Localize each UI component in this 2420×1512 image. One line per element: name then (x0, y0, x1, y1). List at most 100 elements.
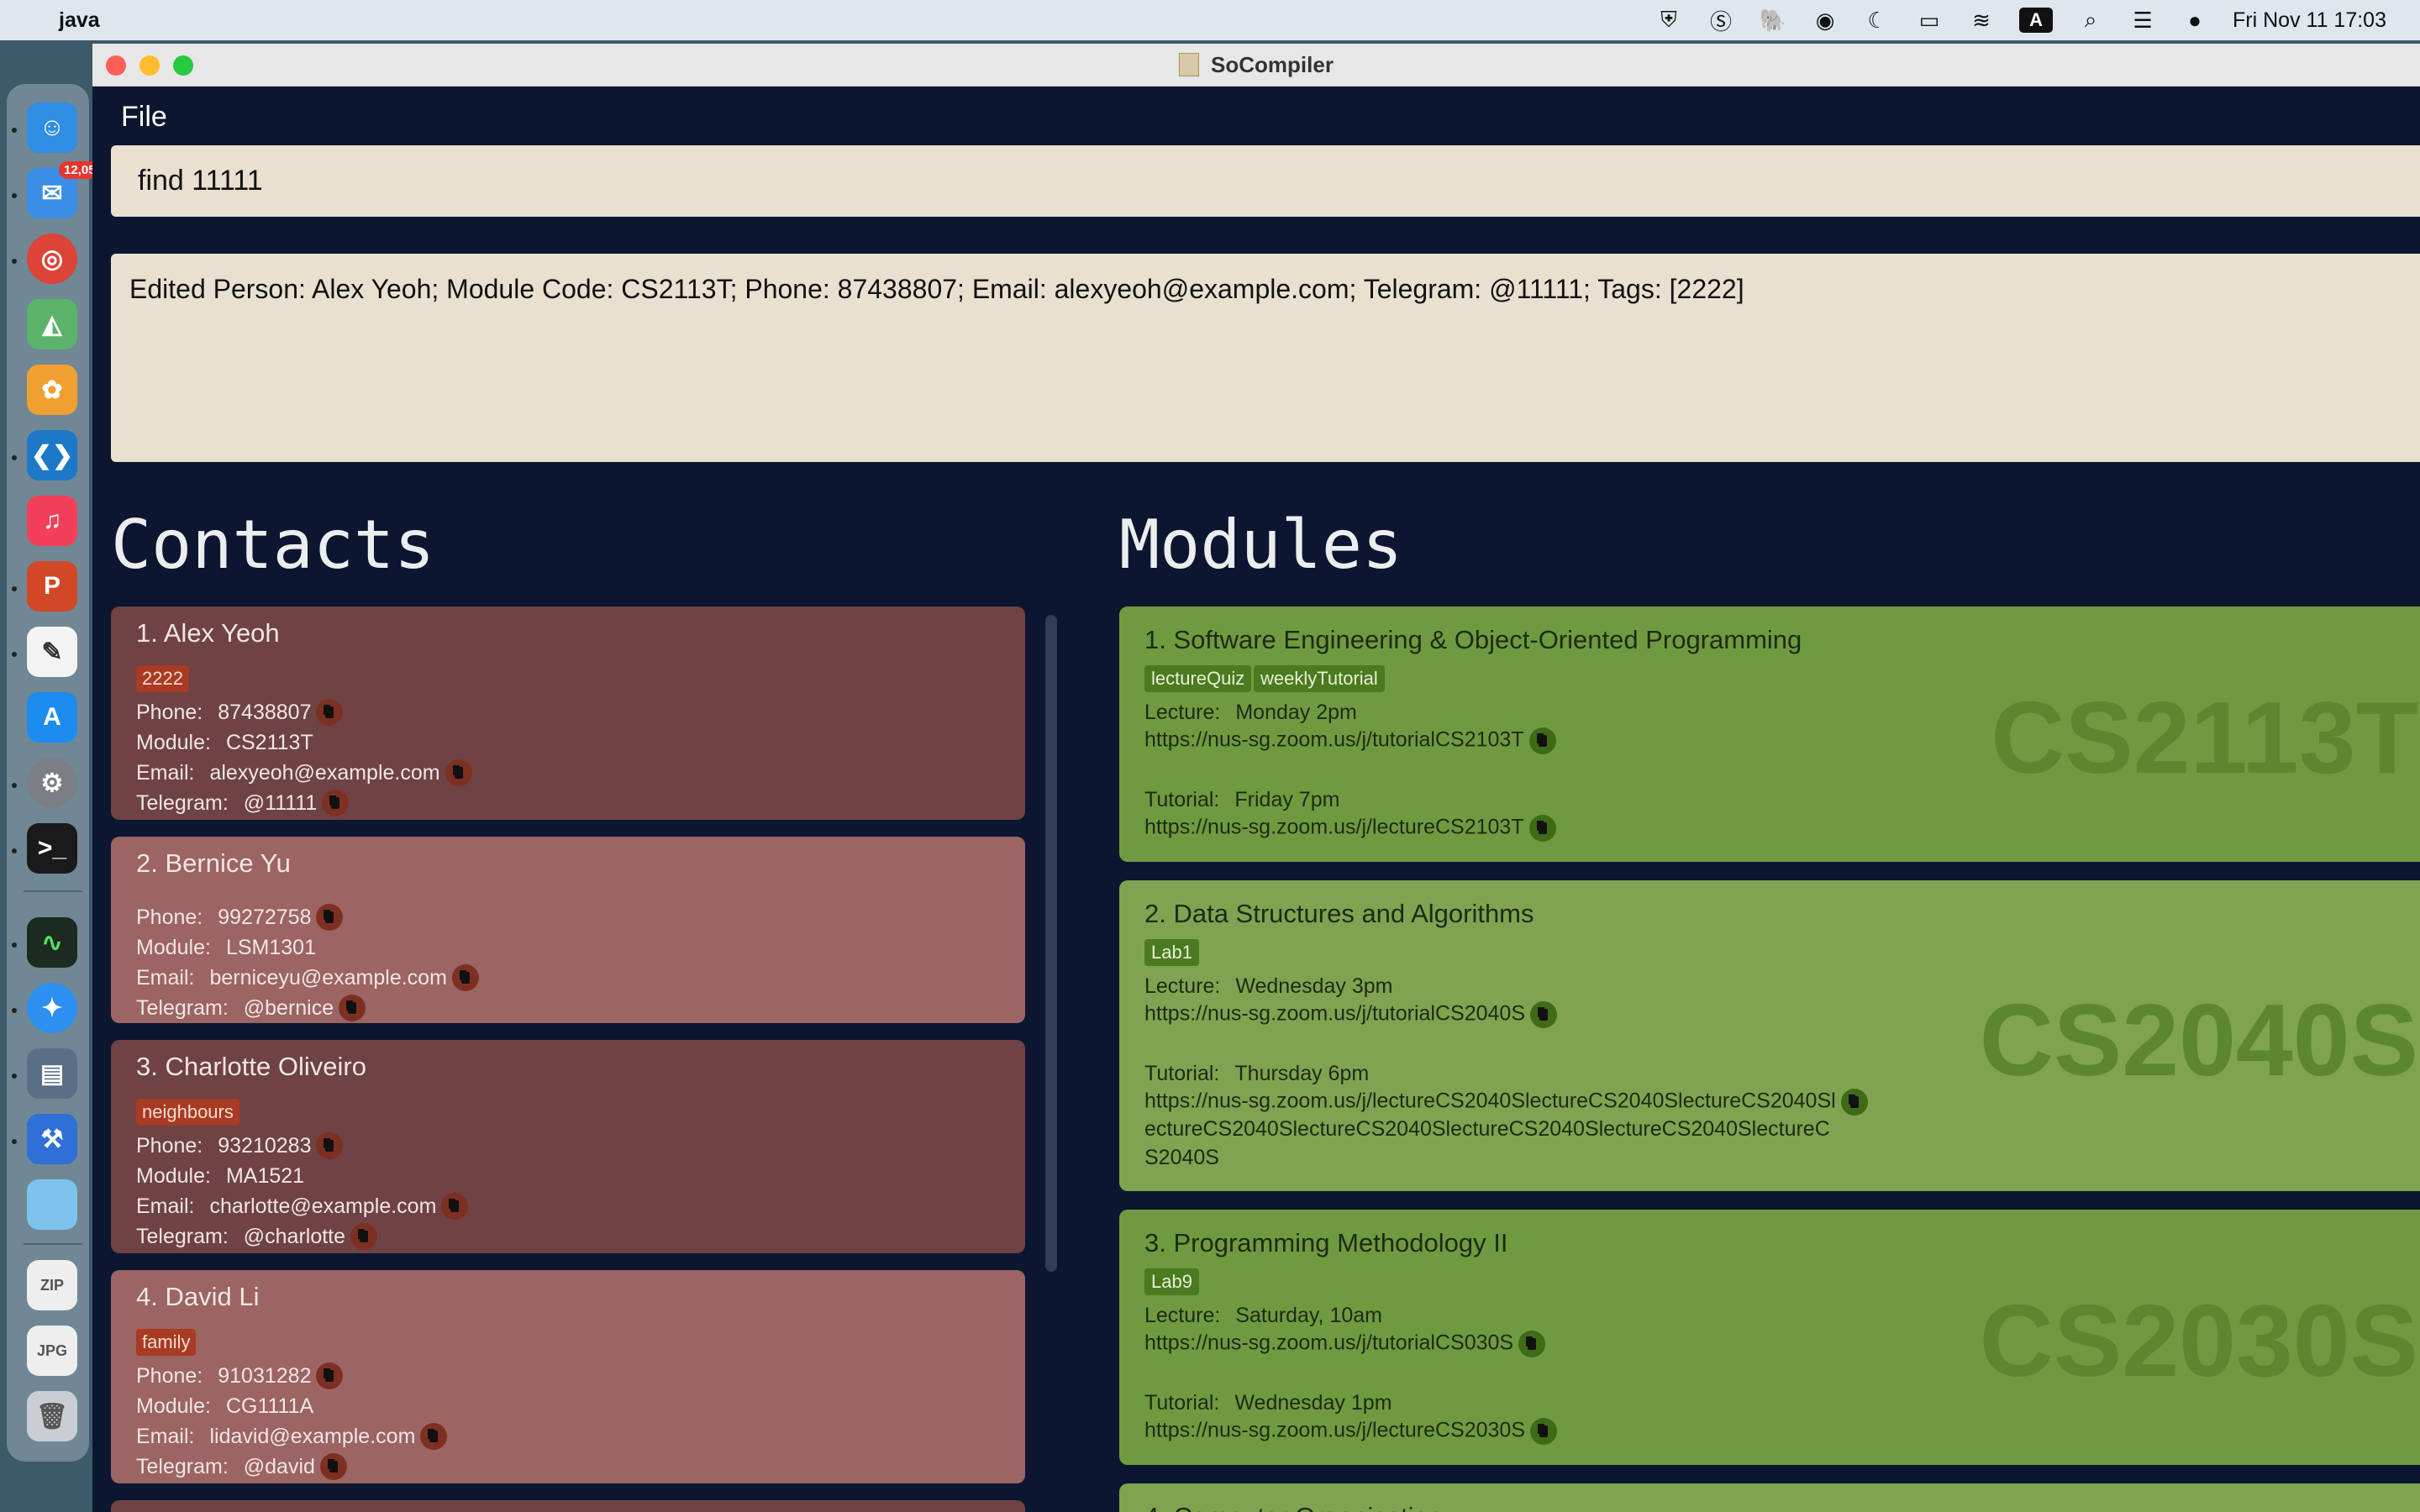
app-store-icon[interactable]: A (27, 692, 77, 743)
tutorial-time: Wednesday 1pm (1234, 1391, 1392, 1415)
textedit-icon[interactable]: ✎ (27, 627, 77, 677)
contact-card[interactable] (111, 1500, 1025, 1512)
module-card[interactable]: 2. Data Structures and Algorithms Lab1 L… (1119, 880, 2420, 1191)
contact-name: 3. Charlotte Oliveiro (136, 1052, 366, 1081)
copy-icon[interactable] (441, 1193, 469, 1220)
contact-name: 1. Alex Yeoh (136, 618, 280, 648)
copy-icon[interactable] (339, 995, 366, 1021)
modules-heading: Modules (1119, 506, 1403, 584)
title-bar[interactable]: SoCompiler (92, 44, 2420, 87)
copy-icon[interactable] (420, 1423, 448, 1450)
contact-email: berniceyu@example.com (209, 965, 447, 990)
mail-icon[interactable]: ✉ 12,050 (27, 161, 108, 218)
tutorial-link-continued[interactable]: ectureCS2040SlectureCS2040SlectureCS2040… (1144, 1117, 1830, 1142)
photos-icon[interactable]: ✿ (27, 365, 77, 415)
vpn-icon[interactable]: ⛨ (1655, 7, 1683, 33)
copy-icon[interactable] (451, 964, 479, 991)
skype-icon[interactable]: Ⓢ (1707, 8, 1735, 34)
telegram-label: Telegram: (136, 1454, 229, 1478)
app-window: SoCompiler File find 11111 Edited Person… (92, 44, 2420, 1512)
contact-card[interactable]: 3. Charlotte Oliveiro neighbours Phone: 9… (111, 1040, 1025, 1253)
control-center-icon[interactable]: ☰ (2128, 8, 2157, 33)
jpeg-file-icon[interactable]: JPG (27, 1326, 77, 1376)
copy-icon[interactable] (319, 1453, 347, 1480)
copy-icon[interactable] (1528, 727, 1556, 754)
contact-card[interactable]: 2. Bernice Yu Phone: 99272758 Module: LSM1… (111, 837, 1025, 1023)
copy-icon[interactable] (316, 904, 344, 931)
tutorial-time: Friday 7pm (1234, 788, 1340, 811)
powerpoint-icon[interactable]: P (27, 561, 77, 612)
folder-icon[interactable] (27, 1179, 77, 1230)
phone-label: Phone: (136, 905, 203, 929)
copy-icon[interactable] (350, 1223, 378, 1250)
active-app-name[interactable]: java (59, 8, 100, 33)
module-card[interactable]: 4. Computer Organisation (1119, 1483, 2420, 1512)
copy-icon[interactable] (316, 1362, 344, 1389)
tutorial-link[interactable]: https://nus-sg.zoom.us/j/lectureCS2103T (1144, 816, 1524, 839)
copy-icon[interactable] (1530, 1001, 1558, 1028)
lecture-link[interactable]: https://nus-sg.zoom.us/j/tutorialCS030S (1144, 1331, 1513, 1355)
input-source-icon[interactable]: A (2019, 8, 2054, 33)
user-account-icon[interactable]: ◉ (1811, 8, 1839, 33)
wifi-icon[interactable]: ≋ (1967, 8, 1996, 33)
system-settings-icon[interactable]: ⚙ (27, 758, 77, 808)
lecture-link[interactable]: https://nus-sg.zoom.us/j/tutorialCS2040S (1144, 1002, 1525, 1026)
email-label: Email: (136, 1194, 195, 1218)
running-indicator (12, 128, 17, 133)
copy-icon[interactable] (1530, 1418, 1558, 1445)
tutorial-link-row: https://nus-sg.zoom.us/j/lectureCS2040Sl… (1144, 1089, 1868, 1116)
chrome-icon[interactable]: ◎ (27, 234, 77, 284)
module-card[interactable]: 3. Programming Methodology II Lab9 Lectu… (1119, 1210, 2420, 1465)
finder-icon[interactable]: ☺ (27, 102, 77, 153)
file-menu[interactable]: File (121, 101, 167, 134)
contact-email-row: Email: lidavid@example.com (136, 1423, 448, 1450)
module-card[interactable]: 1. Software Engineering & Object-Oriente… (1119, 606, 2420, 862)
focus-moon-icon[interactable]: ☾ (1863, 8, 1891, 33)
menubar-clock[interactable]: Fri Nov 11 17:03 (2233, 8, 2386, 33)
copy-icon[interactable] (316, 699, 344, 726)
tutorial-link-continued[interactable]: S2040S (1144, 1146, 1219, 1170)
preview-icon[interactable]: ▤ (27, 1048, 77, 1099)
command-input[interactable]: find 11111 (111, 145, 2420, 217)
contacts-scrollbar[interactable] (1045, 615, 1057, 1272)
contact-tag: family (136, 1329, 197, 1356)
maps-icon[interactable]: ◭ (27, 299, 77, 349)
running-indicator (12, 193, 17, 198)
vscode-icon[interactable]: ❮❯ (27, 430, 77, 480)
terminal-icon[interactable]: >_ (27, 823, 77, 874)
lecture-link-row: https://nus-sg.zoom.us/j/tutorialCS2103T (1144, 727, 1556, 754)
tutorial-link[interactable]: https://nus-sg.zoom.us/j/lectureCS2030S (1144, 1419, 1525, 1442)
telegram-label: Telegram: (136, 790, 229, 815)
tutorial-row: Tutorial: Friday 7pm (1144, 788, 1339, 812)
copy-icon[interactable] (1528, 815, 1556, 842)
telegram-label: Telegram: (136, 1224, 229, 1248)
contact-card[interactable]: 4. David Li family Phone: 91031282 Module… (111, 1270, 1025, 1483)
running-indicator (12, 259, 17, 264)
zip-file-icon[interactable]: ZIP (27, 1260, 77, 1310)
evernote-icon[interactable]: 🐘 (1759, 8, 1787, 33)
copy-icon[interactable] (445, 759, 472, 786)
running-indicator (12, 783, 17, 788)
siri-icon[interactable]: ● (2181, 8, 2209, 33)
running-indicator (12, 1008, 17, 1013)
tutorial-link-row: https://nus-sg.zoom.us/j/lectureCS2103T (1144, 815, 1556, 842)
module-code-watermark: CS2030S (1979, 1284, 2418, 1398)
lecture-link[interactable]: https://nus-sg.zoom.us/j/tutorialCS2103T (1144, 728, 1524, 752)
music-icon[interactable]: ♫ (27, 496, 77, 546)
activity-monitor-icon[interactable]: ∿ (27, 917, 77, 968)
module-label: Module: (136, 936, 211, 959)
command-input-text[interactable]: find 11111 (138, 165, 263, 197)
email-label: Email: (136, 965, 195, 990)
copy-icon[interactable] (1840, 1089, 1868, 1116)
safari-icon[interactable]: ✦ (27, 983, 77, 1033)
spotlight-search-icon[interactable]: ⌕ (2076, 7, 2105, 33)
email-label: Email: (136, 760, 195, 785)
trash-icon[interactable]: 🗑 (27, 1391, 77, 1441)
copy-icon[interactable] (316, 1132, 344, 1159)
tutorial-link[interactable]: https://nus-sg.zoom.us/j/lectureCS2040Sl… (1144, 1089, 1836, 1113)
contact-card[interactable]: 1. Alex Yeoh 2222 Phone: 87438807 Module:… (111, 606, 1025, 820)
battery-icon[interactable]: ▭ (1915, 8, 1944, 33)
copy-icon[interactable] (1518, 1331, 1546, 1357)
copy-icon[interactable] (322, 790, 350, 816)
xcode-icon[interactable]: ⚒ (27, 1114, 77, 1164)
